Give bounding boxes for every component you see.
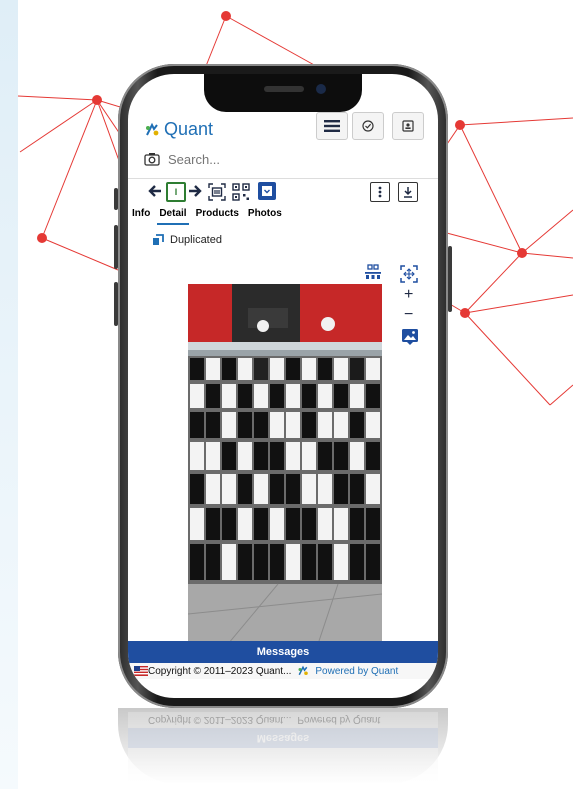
copyright-reflection: Copyright © 2011–2023 Quant... (148, 714, 292, 726)
phone-volume-down-button (114, 282, 118, 326)
frame-button[interactable]: I (166, 182, 186, 202)
contact-card-icon (402, 120, 414, 132)
download-icon (404, 187, 412, 198)
image-edit-icon (402, 329, 418, 345)
sock-display-image (188, 284, 382, 644)
messages-label: Messages (256, 646, 310, 658)
tasks-button[interactable] (352, 112, 384, 140)
app-brand: Quant (164, 119, 214, 139)
frame-button-label: I (174, 187, 178, 197)
footer-reflection: Copyright © 2011–2023 Quant... Powered b… (128, 712, 438, 728)
more-vertical-icon (378, 186, 382, 198)
profile-button[interactable] (392, 112, 424, 140)
tab-products[interactable]: Products (194, 207, 241, 225)
tab-bar: Info Detail Products Photos (128, 207, 438, 225)
duplicate-icon (153, 234, 164, 245)
hamburger-icon (324, 120, 340, 132)
screen-reflection: Messages Copyright © 2011–2023 Quant... … (128, 712, 438, 782)
product-photo[interactable] (188, 284, 382, 644)
front-camera (316, 84, 326, 94)
more-options-button[interactable] (370, 182, 390, 202)
menu-button[interactable] (316, 112, 348, 140)
notch (204, 74, 362, 112)
search-bar (144, 148, 424, 170)
footer: Copyright © 2011–2023 Quant... Powered b… (128, 663, 438, 679)
arrow-right-icon (189, 185, 202, 197)
barcode-scan-icon (208, 183, 226, 201)
dropdown-box-icon (262, 186, 272, 196)
fit-screen-button[interactable] (400, 265, 418, 288)
logo-icon (298, 665, 309, 676)
duplicated-status: Duplicated (152, 234, 222, 246)
arrow-left-icon (148, 185, 161, 197)
messages-bar[interactable]: Messages (128, 641, 438, 663)
forward-button[interactable] (188, 183, 202, 199)
download-button[interactable] (398, 182, 418, 202)
copyright-text: Copyright © 2011–2023 Quant... (148, 665, 292, 677)
zoom-out-button[interactable]: − (404, 306, 413, 324)
layout-icon (365, 264, 381, 279)
duplicated-label: Duplicated (170, 234, 222, 246)
dropdown-box-button[interactable] (258, 182, 276, 200)
phone-screen: Quant Search... I Info Detail Products P… (128, 74, 438, 698)
image-edit-button[interactable] (401, 328, 419, 351)
toolbar: I (128, 180, 438, 206)
phone-power-button (448, 246, 452, 312)
flag-icon[interactable] (134, 666, 148, 676)
qr-scan-button[interactable] (232, 183, 250, 201)
layout-button[interactable] (364, 264, 382, 285)
reflection-content: Messages Copyright © 2011–2023 Quant... … (128, 712, 438, 782)
camera-icon[interactable] (144, 152, 160, 166)
back-button[interactable] (148, 183, 162, 199)
fit-screen-icon (400, 265, 418, 283)
phone-mute-button (114, 188, 118, 210)
qr-scan-icon (232, 183, 250, 201)
header-divider (128, 178, 438, 179)
tab-info[interactable]: Info (130, 207, 152, 225)
logo-icon (146, 122, 159, 135)
app-logo[interactable]: Quant (144, 119, 213, 140)
tab-photos[interactable]: Photos (246, 207, 284, 225)
messages-reflection: Messages (128, 728, 438, 748)
powered-by-link[interactable]: Powered by Quant (315, 666, 398, 677)
tab-detail[interactable]: Detail (157, 207, 189, 225)
barcode-scan-button[interactable] (208, 183, 226, 201)
powered-reflection: Powered by Quant (297, 714, 381, 726)
check-circle-icon (362, 120, 374, 132)
search-input[interactable] (166, 150, 410, 168)
speaker (264, 86, 304, 92)
zoom-in-button[interactable]: + (404, 286, 413, 304)
phone-volume-up-button (114, 225, 118, 269)
